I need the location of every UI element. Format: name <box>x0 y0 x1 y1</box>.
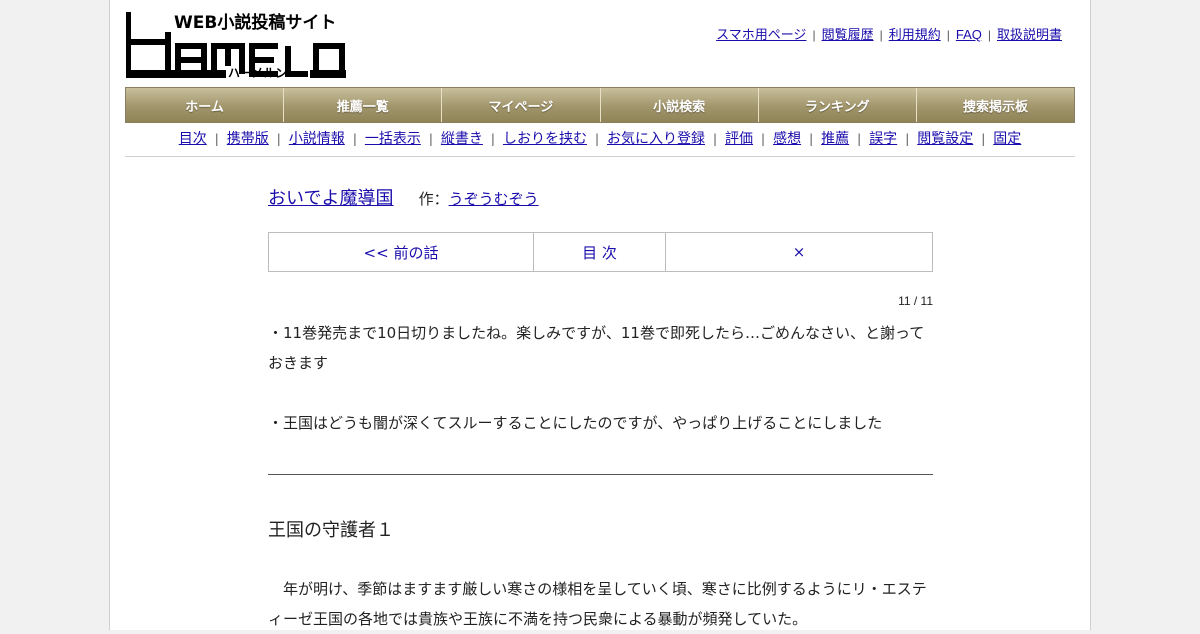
nav-ranking[interactable]: ランキング <box>758 88 917 122</box>
subnav-favorite[interactable]: お気に入り登録 <box>607 131 705 147</box>
divider <box>125 156 1075 157</box>
link-smartphone[interactable]: スマホ用ページ <box>716 27 806 42</box>
hameln-logo[interactable]: WEB小説投稿サイト ハーメルン <box>126 10 348 80</box>
subnav-vertical[interactable]: 縦書き <box>441 131 483 147</box>
svg-text:WEB小説投稿サイト: WEB小説投稿サイト <box>174 12 336 33</box>
nav-mypage[interactable]: マイページ <box>442 88 601 122</box>
author-prefix: 作： <box>418 190 449 208</box>
page-counter: 11 / 11 <box>898 294 933 308</box>
subnav-rating[interactable]: 評価 <box>725 131 753 147</box>
preface-paragraph: ・王国はどうも闇が深くてスルーすることにしたのですが、やっぱり上げることにしまし… <box>268 414 883 432</box>
subnav-pin[interactable]: 固定 <box>993 131 1021 147</box>
subnav-novel-info[interactable]: 小説情報 <box>289 131 345 147</box>
preface-paragraph: ・11巻発売まで10日切りましたね。楽しみですが、11巻で即死したら…ごめんなさ… <box>268 324 925 372</box>
separator: | <box>879 28 883 42</box>
subnav-bookmark[interactable]: しおりを挟む <box>503 131 587 147</box>
separator: | <box>946 28 950 42</box>
svg-text:ハーメルン: ハーメルン <box>228 66 287 80</box>
episode-nav: << 前の話 目 次 × <box>268 232 933 272</box>
toc-button[interactable]: 目 次 <box>534 233 666 271</box>
novel-title-link[interactable]: おいでよ魔導国 <box>268 188 393 209</box>
nav-novel-search[interactable]: 小説検索 <box>600 88 759 122</box>
author-preface: ・11巻発売まで10日切りましたね。楽しみですが、11巻で即死したら…ごめんなさ… <box>268 318 934 438</box>
author-link[interactable]: うぞうむぞう <box>449 190 539 208</box>
link-manual[interactable]: 取扱説明書 <box>997 27 1062 42</box>
link-terms[interactable]: 利用規約 <box>889 27 941 42</box>
link-faq[interactable]: FAQ <box>956 27 982 42</box>
body-paragraph: 年が明け、季節はますます厳しい寒さの様相を呈していく頃、寒さに比例するようにリ・… <box>268 580 927 628</box>
nav-home[interactable]: ホーム <box>126 88 285 122</box>
chapter-body: 年が明け、季節はますます厳しい寒さの様相を呈していく頃、寒さに比例するようにリ・… <box>268 574 934 634</box>
chapter-title: 王国の守護者１ <box>268 520 394 541</box>
preface-divider <box>268 474 933 475</box>
page-container: WEB小説投稿サイト ハーメルン スマホ用ページ | 閲覧履歴 | 利用規約 | FAQ | 取… <box>109 0 1091 630</box>
top-links: スマホ用ページ | 閲覧履歴 | 利用規約 | FAQ | 取扱説明書 <box>716 24 1062 43</box>
subnav-show-all[interactable]: 一括表示 <box>365 131 421 147</box>
novel-title-line: おいでよ魔導国 作：うぞうむぞう <box>268 184 539 210</box>
subnav-view-settings[interactable]: 閲覧設定 <box>917 131 973 147</box>
novel-sub-nav: 目次 | 携帯版 | 小説情報 | 一括表示 | 縦書き | しおりを挟む | お気に入り登録 | 評価 | 感… <box>178 131 1022 147</box>
subnav-typo[interactable]: 誤字 <box>869 131 897 147</box>
subnav-toc[interactable]: 目次 <box>179 131 207 147</box>
subnav-mobile[interactable]: 携帯版 <box>227 131 269 147</box>
nav-recommendations[interactable]: 推薦一覧 <box>284 88 443 122</box>
subnav-review[interactable]: 感想 <box>773 131 801 147</box>
next-episode-disabled: × <box>792 243 806 261</box>
link-history[interactable]: 閲覧履歴 <box>822 27 874 42</box>
nav-search-board[interactable]: 捜索掲示板 <box>916 88 1075 122</box>
subnav-recommend[interactable]: 推薦 <box>821 131 849 147</box>
separator: | <box>812 28 816 42</box>
main-nav: ホーム 推薦一覧 マイページ 小説検索 ランキング 捜索掲示板 <box>125 87 1075 123</box>
prev-episode-button[interactable]: << 前の話 <box>269 233 534 271</box>
separator: | <box>987 28 991 42</box>
